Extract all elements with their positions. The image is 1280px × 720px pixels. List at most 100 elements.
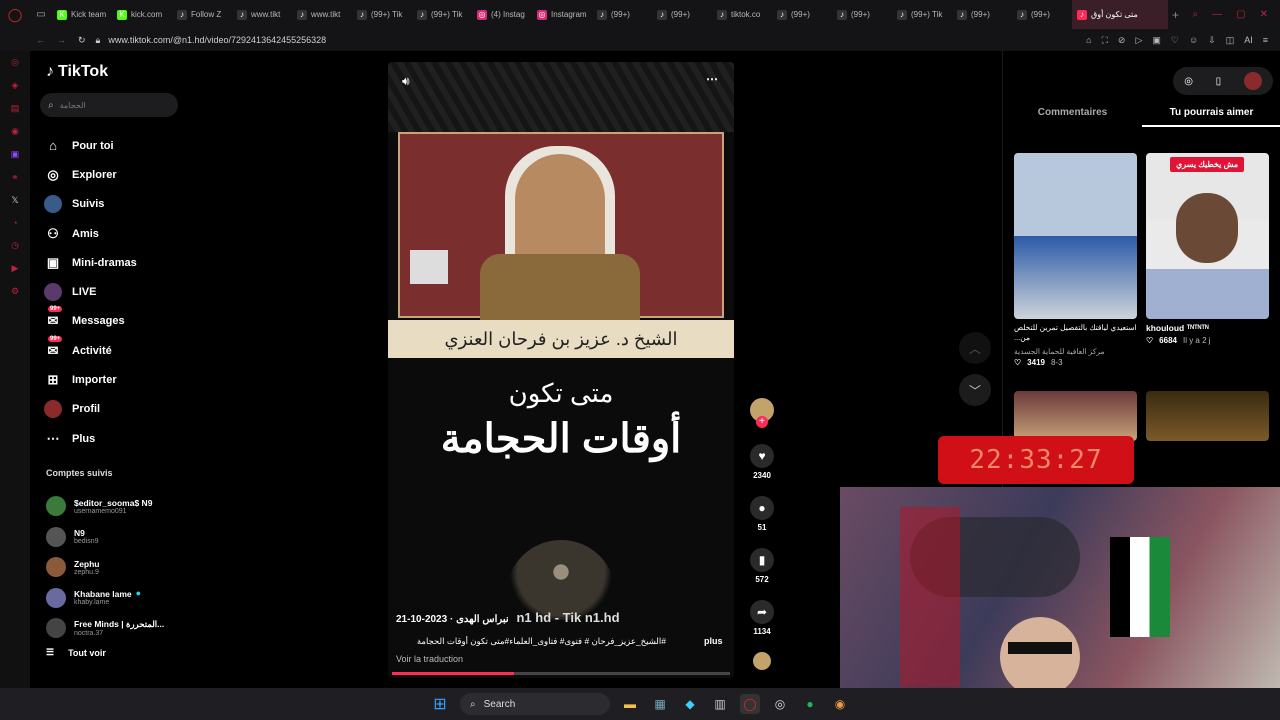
browser-tab[interactable]: ♪ www.tikt bbox=[292, 0, 352, 29]
nav-item-activité[interactable]: ✉ 99+ Activité bbox=[44, 335, 194, 365]
creator-avatar[interactable]: + bbox=[748, 398, 776, 428]
minimize-icon[interactable]: — bbox=[1212, 9, 1222, 20]
maximize-icon[interactable]: ▢ bbox=[1236, 9, 1245, 20]
nav-item-pour-toi[interactable]: ⌂ Pour toi bbox=[44, 131, 194, 160]
browser-tab[interactable]: ♪ (99+) bbox=[952, 0, 1012, 29]
opera-logo-icon[interactable]: ◯ bbox=[0, 7, 30, 23]
tab-suggestions[interactable]: Tu pourrais aimer bbox=[1142, 105, 1280, 127]
suggestion-card[interactable] bbox=[1014, 391, 1137, 441]
browser-tab[interactable]: ♪ (99+) bbox=[1012, 0, 1072, 29]
store-icon[interactable]: ▦ bbox=[650, 694, 670, 714]
phone-icon[interactable]: ▯ bbox=[1216, 76, 1222, 87]
windows-start-icon[interactable]: ⊞ bbox=[430, 694, 450, 714]
spotify-icon[interactable]: ● bbox=[800, 694, 820, 714]
player-side-icon[interactable]: ▶ bbox=[12, 263, 19, 274]
comment-button[interactable]: ● 51 bbox=[748, 496, 776, 532]
account-icon[interactable]: ☺ bbox=[1189, 35, 1198, 46]
calculator-icon[interactable]: ▥ bbox=[710, 694, 730, 714]
follow-plus-icon[interactable]: + bbox=[756, 416, 768, 428]
browser-tab[interactable]: ♪ Follow Z bbox=[172, 0, 232, 29]
whatsapp-icon[interactable]: ◉ bbox=[11, 126, 19, 137]
following-item[interactable]: Khabane lame khaby.lame ● bbox=[46, 583, 196, 614]
more-options-icon[interactable]: ⋯ bbox=[706, 72, 718, 86]
browser-tab[interactable]: ♪ (99+) bbox=[652, 0, 712, 29]
chrome-icon[interactable]: ◉ bbox=[830, 694, 850, 714]
nav-item-suivis[interactable]: Suivis bbox=[44, 190, 194, 219]
download-icon[interactable]: ⇩ bbox=[1208, 35, 1216, 46]
following-item[interactable]: $editor_sooma$ N9 usernamemo091 bbox=[46, 491, 196, 522]
tiktok-logo[interactable]: ♪ TikTok bbox=[46, 63, 108, 81]
nav-item-importer[interactable]: ⊞ Importer bbox=[44, 365, 194, 394]
heart-icon[interactable]: ♡ bbox=[1171, 35, 1179, 46]
menu-icon[interactable]: ≡ bbox=[1263, 35, 1268, 46]
sound-disc[interactable] bbox=[748, 652, 776, 670]
screenshot-icon[interactable]: ◫ bbox=[1226, 35, 1235, 46]
search-input[interactable]: ⌕ الحجامة bbox=[40, 93, 178, 117]
browser-tab[interactable]: ♪ (99+) bbox=[592, 0, 652, 29]
browser-tab[interactable]: ♪ www.tikt bbox=[232, 0, 292, 29]
player-icon[interactable]: ▷ bbox=[1135, 35, 1142, 46]
shopping-icon[interactable]: ◈ bbox=[12, 80, 19, 91]
x-icon[interactable]: 𝕏 bbox=[11, 195, 18, 206]
like-button[interactable]: ♥ 2340 bbox=[748, 444, 776, 480]
search-tabs-icon[interactable]: ⌕ bbox=[1193, 9, 1199, 20]
forward-icon[interactable]: → bbox=[57, 35, 66, 45]
new-tab-button[interactable]: + bbox=[1172, 8, 1179, 22]
browser-tab[interactable]: ♪ (99+) bbox=[772, 0, 832, 29]
volume-icon[interactable]: 🔊︎ bbox=[402, 74, 410, 89]
adblock-icon[interactable]: ⊘ bbox=[1118, 35, 1126, 46]
snapshot-icon[interactable]: ⛶ bbox=[1102, 35, 1108, 46]
browser-tab[interactable]: ♪ (99+) bbox=[832, 0, 892, 29]
suggestion-card[interactable]: استعيدي لياقتك بالتفصيل تمرين للتخلص من.… bbox=[1014, 153, 1137, 367]
browser-tab[interactable]: ♪ (99+) Tik bbox=[352, 0, 412, 29]
browser-tab[interactable]: K Kick team bbox=[52, 0, 112, 29]
wallet-icon[interactable]: ▣ bbox=[1152, 35, 1161, 46]
messenger-icon[interactable]: ◎ bbox=[11, 57, 19, 68]
back-icon[interactable]: ← bbox=[36, 35, 45, 45]
browser-tab[interactable]: ♪ tiktok.co bbox=[712, 0, 772, 29]
settings-icon[interactable]: ⚙ bbox=[11, 286, 19, 297]
twitch-icon[interactable]: ▣ bbox=[11, 149, 20, 160]
suggestion-card[interactable]: مش يخطيك يسري khouloud ᵀᴺᵀᴺᵀᴺ ♡ 6684 Il … bbox=[1146, 153, 1269, 345]
opera-gx-icon[interactable]: ◯ bbox=[740, 694, 760, 714]
app-icon[interactable]: ◎ bbox=[770, 694, 790, 714]
browser-tab[interactable]: ♪ (99+) Tik bbox=[892, 0, 952, 29]
next-video-button[interactable]: ﹀ bbox=[959, 374, 991, 406]
taskbar-search[interactable]: ⌕ Search bbox=[460, 693, 610, 715]
tab-comments[interactable]: Commentaires bbox=[1003, 105, 1142, 127]
video-author[interactable]: نبراس الهدى · 2023-10-21 bbox=[396, 614, 509, 625]
browser-tab[interactable]: ◎ Instagram bbox=[532, 0, 592, 29]
nav-item-mini-dramas[interactable]: ▣ Mini-dramas bbox=[44, 248, 194, 277]
nav-item-profil[interactable]: Profil bbox=[44, 395, 194, 424]
nav-item-live[interactable]: LIVE bbox=[44, 277, 194, 306]
see-all-button[interactable]: ☰ Tout voir bbox=[46, 647, 106, 658]
nav-item-explorer[interactable]: ◎ Explorer bbox=[44, 160, 194, 189]
suggestion-card[interactable] bbox=[1146, 391, 1269, 441]
link-icon[interactable]: ⚭ bbox=[11, 172, 19, 183]
tab-active[interactable]: ♪ متى تكون أوق bbox=[1072, 0, 1168, 29]
tab-list-icon[interactable]: ▭ bbox=[30, 9, 52, 20]
browser-tab[interactable]: Kkick.com bbox=[112, 0, 172, 29]
following-item[interactable]: N9 bedisn9 bbox=[46, 522, 196, 553]
nav-item-amis[interactable]: ⚇ Amis bbox=[44, 219, 194, 248]
browser-tab[interactable]: ◎ (4) Instag bbox=[472, 0, 532, 29]
save-button[interactable]: ▮ 572 bbox=[748, 548, 776, 584]
close-window-icon[interactable]: ✕ bbox=[1260, 9, 1268, 20]
browser-tab[interactable]: ♪ (99+) Tik bbox=[412, 0, 472, 29]
video-progress[interactable] bbox=[392, 672, 730, 675]
nav-item-plus[interactable]: ⋯ Plus bbox=[44, 424, 194, 453]
ai-icon[interactable]: AI bbox=[1244, 35, 1253, 46]
url-field[interactable]: www.tiktok.com/@n1.hd/video/729241364245… bbox=[108, 35, 326, 45]
video-player[interactable]: 🔊︎ ⋯ الشيخ د. عزيز بن فرحان العنزي متى ت… bbox=[388, 62, 734, 678]
previous-video-button[interactable]: ︿ bbox=[959, 332, 991, 364]
compass-icon[interactable]: ◎ bbox=[1184, 76, 1193, 87]
following-item[interactable]: Zephu zephu.9 bbox=[46, 552, 196, 583]
copilot-icon[interactable]: ◆ bbox=[680, 694, 700, 714]
file-explorer-icon[interactable]: ▬ bbox=[620, 694, 640, 714]
clock-icon[interactable]: ◷ bbox=[11, 240, 19, 251]
more-button[interactable]: plus bbox=[704, 636, 723, 646]
share-button[interactable]: ➦ 1134 bbox=[748, 600, 776, 636]
bookmark-icon[interactable]: ⌂ bbox=[1086, 35, 1091, 46]
following-item[interactable]: Free Minds | المتحررة... noctra.37 bbox=[46, 613, 196, 644]
chat-icon[interactable]: ▤ bbox=[11, 103, 20, 114]
